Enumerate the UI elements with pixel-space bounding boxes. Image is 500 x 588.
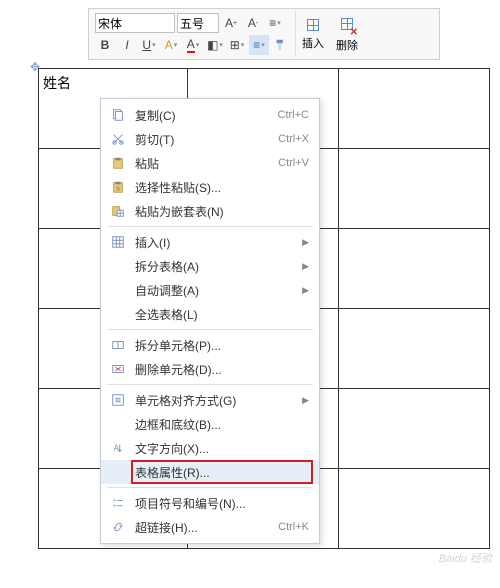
svg-text:A: A xyxy=(114,444,120,453)
menu-item-label: 表格属性(R)... xyxy=(135,464,309,481)
menu-item[interactable]: 复制(C) Ctrl+C xyxy=(101,103,319,127)
menu-item-shortcut: Ctrl+K xyxy=(278,521,309,533)
line-spacing-icon[interactable]: ≡ xyxy=(265,13,285,33)
menu-item-label: 文字方向(X)... xyxy=(135,440,309,457)
font-size-select[interactable] xyxy=(177,13,219,33)
menu-item[interactable]: 单元格对齐方式(G) ▶ xyxy=(101,388,319,412)
font-color-icon[interactable]: A xyxy=(183,35,203,55)
menu-item-label: 剪切(T) xyxy=(135,131,270,148)
table-cell[interactable] xyxy=(338,149,489,229)
menu-item[interactable]: 表格属性(R)... xyxy=(101,460,319,484)
menu-item[interactable]: 剪切(T) Ctrl+X xyxy=(101,127,319,151)
border-icon[interactable]: ⊞ xyxy=(227,35,247,55)
blank-icon xyxy=(109,305,127,323)
menu-separator xyxy=(107,226,313,227)
insert-label: 插入 xyxy=(302,35,324,51)
delete-label: 删除 xyxy=(336,37,358,53)
menu-item[interactable]: 全选表格(L) xyxy=(101,302,319,326)
copy-icon xyxy=(109,106,127,124)
align-icon xyxy=(109,391,127,409)
menu-item-label: 拆分单元格(P)... xyxy=(135,337,309,354)
menu-item[interactable]: 超链接(H)... Ctrl+K xyxy=(101,515,319,539)
menu-item-label: 自动调整(A) xyxy=(135,282,290,299)
shading-icon[interactable]: ◧ xyxy=(205,35,225,55)
menu-item-shortcut: Ctrl+X xyxy=(278,133,309,145)
table-anchor-icon[interactable]: ✥ xyxy=(30,60,40,74)
menu-item-label: 边框和底纹(B)... xyxy=(135,416,309,433)
submenu-arrow-icon: ▶ xyxy=(302,237,309,248)
split-cell-icon xyxy=(109,336,127,354)
align-icon[interactable]: ≡ xyxy=(249,35,269,55)
menu-item-label: 粘贴为嵌套表(N) xyxy=(135,203,309,220)
blank-icon xyxy=(109,257,127,275)
menu-item-label: 超链接(H)... xyxy=(135,519,270,536)
decrease-font-icon[interactable]: A- xyxy=(243,13,263,33)
highlight-color-icon[interactable]: A xyxy=(161,35,181,55)
insert-button[interactable]: 插入 xyxy=(296,11,330,57)
bold-icon[interactable]: B xyxy=(95,35,115,55)
paste-special-icon: S xyxy=(109,178,127,196)
text-dir-icon: A xyxy=(109,439,127,457)
context-menu: 复制(C) Ctrl+C 剪切(T) Ctrl+X 粘贴 Ctrl+V S 选择性粘贴(S).… xyxy=(100,98,320,544)
mini-toolbar: A+ A- ≡ B I U A A ◧ ⊞ ≡ 插入 ✕ 删除 xyxy=(88,8,440,60)
menu-separator xyxy=(107,487,313,488)
table-cell[interactable] xyxy=(338,469,489,549)
menu-item-label: 拆分表格(A) xyxy=(135,258,290,275)
italic-icon[interactable]: I xyxy=(117,35,137,55)
menu-item[interactable]: 边框和底纹(B)... xyxy=(101,412,319,436)
menu-item[interactable]: 项目符号和编号(N)... xyxy=(101,491,319,515)
menu-item[interactable]: 删除单元格(D)... xyxy=(101,357,319,381)
menu-item-label: 项目符号和编号(N)... xyxy=(135,495,309,512)
font-family-select[interactable] xyxy=(95,13,175,33)
table-cell[interactable] xyxy=(338,389,489,469)
increase-font-icon[interactable]: A+ xyxy=(221,13,241,33)
submenu-arrow-icon: ▶ xyxy=(302,285,309,296)
menu-item[interactable]: 插入(I) ▶ xyxy=(101,230,319,254)
menu-item[interactable]: 粘贴为嵌套表(N) xyxy=(101,199,319,223)
cell-text: 姓名 xyxy=(43,77,71,92)
menu-item-label: 复制(C) xyxy=(135,107,270,124)
menu-item[interactable]: 自动调整(A) ▶ xyxy=(101,278,319,302)
submenu-arrow-icon: ▶ xyxy=(302,261,309,272)
menu-separator xyxy=(107,329,313,330)
menu-item[interactable]: 粘贴 Ctrl+V xyxy=(101,151,319,175)
menu-item-label: 插入(I) xyxy=(135,234,290,251)
menu-item-label: 全选表格(L) xyxy=(135,306,309,323)
font-section: A+ A- ≡ B I U A A ◧ ⊞ ≡ xyxy=(91,11,296,57)
submenu-arrow-icon: ▶ xyxy=(302,395,309,406)
menu-item-shortcut: Ctrl+C xyxy=(278,109,309,121)
menu-item-shortcut: Ctrl+V xyxy=(278,157,309,169)
watermark: Baidu 经验 xyxy=(439,550,492,566)
delete-cell-icon xyxy=(109,360,127,378)
table-cell[interactable] xyxy=(338,69,489,149)
paste-icon xyxy=(109,154,127,172)
blank-icon xyxy=(109,281,127,299)
insert-table-icon xyxy=(305,17,321,33)
paste-nested-icon xyxy=(109,202,127,220)
blank-icon xyxy=(109,463,127,481)
menu-item[interactable]: A 文字方向(X)... xyxy=(101,436,319,460)
menu-item-label: 单元格对齐方式(G) xyxy=(135,392,290,409)
insert-grid-icon xyxy=(109,233,127,251)
cut-icon xyxy=(109,130,127,148)
menu-separator xyxy=(107,384,313,385)
bullets-icon xyxy=(109,494,127,512)
underline-icon[interactable]: U xyxy=(139,35,159,55)
format-painter-icon[interactable] xyxy=(271,35,291,55)
menu-item-label: 选择性粘贴(S)... xyxy=(135,179,309,196)
menu-item[interactable]: S 选择性粘贴(S)... xyxy=(101,175,319,199)
svg-text:S: S xyxy=(116,187,120,193)
menu-item-label: 删除单元格(D)... xyxy=(135,361,309,378)
link-icon xyxy=(109,518,127,536)
delete-table-icon: ✕ xyxy=(339,16,355,35)
blank-icon xyxy=(109,415,127,433)
delete-button[interactable]: ✕ 删除 xyxy=(330,11,364,57)
menu-item[interactable]: 拆分表格(A) ▶ xyxy=(101,254,319,278)
menu-item[interactable]: 拆分单元格(P)... xyxy=(101,333,319,357)
table-cell[interactable] xyxy=(338,229,489,309)
menu-item-label: 粘贴 xyxy=(135,155,270,172)
table-cell[interactable] xyxy=(338,309,489,389)
